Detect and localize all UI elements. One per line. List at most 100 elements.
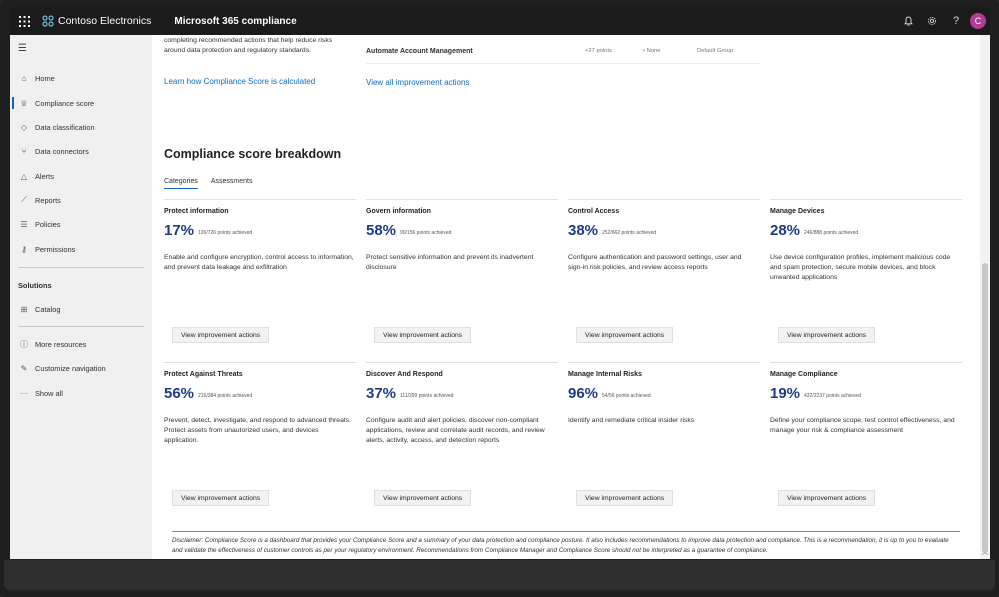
- intro-line: completing recommended actions that help…: [164, 37, 333, 44]
- card-description: Protect sensitive information and preven…: [366, 254, 534, 271]
- chart-icon: ⟋: [21, 195, 27, 204]
- card-title: Manage Devices: [770, 208, 825, 215]
- card-title: Protect information: [164, 208, 229, 215]
- sidebar-item-label: Home: [35, 73, 55, 83]
- sidebar-item-show-all[interactable]: ··· Show all: [10, 383, 152, 403]
- card-title: Control Access: [568, 208, 620, 215]
- sidebar-item-data-classification[interactable]: ◇ Data classification: [10, 117, 152, 137]
- sidebar-item-label: Data classification: [35, 122, 95, 132]
- sidebar-item-label: Reports: [35, 195, 61, 205]
- device-frame: Contoso Electronics Microsoft 365 compli…: [0, 0, 999, 597]
- action-name[interactable]: Automate Account Management: [366, 48, 473, 55]
- view-improvement-actions-button[interactable]: View improvement actions: [576, 327, 674, 343]
- sidebar-divider: [18, 326, 144, 327]
- card-percentage: 17%: [164, 222, 195, 239]
- card-description: Enable and configure encryption, control…: [164, 254, 354, 271]
- action-points: +27 points: [585, 48, 612, 54]
- sidebar-item-more-resources[interactable]: ⓘ More resources: [10, 334, 152, 354]
- scrollbar-thumb[interactable]: [982, 263, 988, 553]
- card-description: Prevent, detect, investigate, and respon…: [164, 417, 352, 444]
- main-content: completing recommended actions that help…: [152, 35, 980, 559]
- card-description: Use device configuration profiles, imple…: [770, 254, 951, 281]
- avatar[interactable]: C: [970, 13, 986, 29]
- connector-icon: ⑂: [21, 146, 27, 156]
- sidebar-item-label: Compliance score: [35, 98, 95, 108]
- hamburger-icon[interactable]: ☰: [18, 43, 27, 54]
- intro-text: completing recommended actions that help…: [164, 36, 332, 56]
- category-card: Manage Devices 28% 246/888 points achiev…: [770, 199, 962, 349]
- card-title: Protect Against Threats: [164, 371, 243, 378]
- sidebar-item-permissions[interactable]: ⚷ Permissions: [10, 239, 152, 259]
- waffle-icon[interactable]: [12, 7, 36, 35]
- sidebar-item-home[interactable]: ⌂ Home: [10, 68, 152, 88]
- sidebar-item-label: Alerts: [35, 171, 54, 181]
- sidebar-item-label: Customize navigation: [35, 363, 106, 373]
- sidebar-item-customize-navigation[interactable]: ✎ Customize navigation: [10, 358, 152, 378]
- learn-score-link[interactable]: Learn how Compliance Score is calculated: [164, 77, 315, 86]
- sidebar-item-alerts[interactable]: △ Alerts: [10, 166, 152, 186]
- card-points: 90/156 points achieved: [400, 230, 452, 236]
- screen: Contoso Electronics Microsoft 365 compli…: [10, 7, 990, 559]
- sliders-icon: ☰: [20, 219, 28, 229]
- category-card: Protect Against Threats 56% 216/384 poin…: [164, 362, 356, 512]
- view-improvement-actions-button[interactable]: View improvement actions: [172, 490, 270, 506]
- view-all-actions-link[interactable]: View all improvement actions: [366, 78, 469, 87]
- card-points: 252/662 points achieved: [602, 230, 657, 236]
- sidebar-item-label: More resources: [35, 339, 87, 349]
- sidebar-item-catalog[interactable]: ⊞ Catalog: [10, 299, 152, 319]
- sidebar-item-policies[interactable]: ☰ Policies: [10, 214, 152, 234]
- gear-icon[interactable]: [920, 16, 944, 26]
- sidebar-heading-solutions: Solutions: [18, 281, 52, 290]
- card-description: Define your compliance scope, test contr…: [770, 417, 955, 434]
- tab-assessments[interactable]: Assessments: [211, 178, 253, 189]
- breakdown-tabs: Categories Assessments: [164, 178, 265, 189]
- view-improvement-actions-button[interactable]: View improvement actions: [778, 327, 876, 343]
- trophy-icon: ♕: [20, 98, 28, 108]
- org-name: Contoso Electronics: [58, 15, 152, 27]
- category-card: Discover And Respond 37% 111/299 points …: [366, 362, 558, 512]
- sidebar-item-reports[interactable]: ⟋ Reports: [10, 190, 152, 210]
- row-divider: [366, 63, 760, 64]
- help-icon[interactable]: ?: [944, 15, 968, 27]
- sidebar: ☰ ⌂ Home ♕ Compliance score ◇ Data class…: [10, 35, 152, 559]
- home-icon: ⌂: [21, 73, 27, 83]
- view-improvement-actions-button[interactable]: View improvement actions: [778, 490, 876, 506]
- org-brand[interactable]: Contoso Electronics: [42, 15, 151, 27]
- pencil-icon: ✎: [20, 363, 28, 373]
- category-card: Govern information 58% 90/156 points ach…: [366, 199, 558, 349]
- grid-icon: ⊞: [20, 304, 28, 314]
- sidebar-item-label: Data connectors: [35, 146, 89, 156]
- view-improvement-actions-button[interactable]: View improvement actions: [374, 490, 472, 506]
- action-group: Default Group: [697, 48, 734, 54]
- card-description: Configure audit and alert policies, disc…: [366, 417, 545, 444]
- view-improvement-actions-button[interactable]: View improvement actions: [374, 327, 472, 343]
- warning-icon: △: [20, 171, 28, 181]
- sidebar-item-label: Catalog: [35, 304, 61, 314]
- card-title: Discover And Respond: [366, 371, 443, 378]
- card-points: 54/56 points achieved: [602, 393, 651, 399]
- ellipsis-icon: ···: [20, 388, 28, 398]
- card-percentage: 56%: [164, 385, 195, 402]
- scroll-to-top-icon[interactable]: ︿: [980, 547, 990, 557]
- action-status: • None: [643, 48, 661, 54]
- product-name[interactable]: Microsoft 365 compliance: [174, 16, 296, 27]
- view-improvement-actions-button[interactable]: View improvement actions: [172, 327, 270, 343]
- card-description: Configure authentication and password se…: [568, 254, 742, 271]
- card-percentage: 19%: [770, 385, 801, 402]
- disclaimer: Disclaimer: Compliance Score is a dashbo…: [172, 531, 960, 556]
- intro-line: around data protection and regulatory st…: [164, 47, 311, 54]
- card-points: 432/2237 points achieved: [804, 393, 861, 399]
- card-title: Govern information: [366, 208, 431, 215]
- vertical-scrollbar[interactable]: ︿: [980, 35, 990, 559]
- sidebar-item-data-connectors[interactable]: ⑂ Data connectors: [10, 141, 152, 161]
- tab-categories[interactable]: Categories: [164, 178, 198, 189]
- card-points: 126/726 points achieved: [198, 230, 253, 236]
- sidebar-item-compliance-score[interactable]: ♕ Compliance score: [10, 93, 152, 113]
- card-percentage: 37%: [366, 385, 397, 402]
- category-card: Manage Internal Risks 96% 54/56 points a…: [568, 362, 760, 512]
- device-bezel: [4, 560, 995, 590]
- view-improvement-actions-button[interactable]: View improvement actions: [576, 490, 674, 506]
- bell-icon[interactable]: [896, 16, 920, 26]
- category-card: Protect information 17% 126/726 points a…: [164, 199, 356, 349]
- sidebar-item-label: Policies: [35, 219, 61, 229]
